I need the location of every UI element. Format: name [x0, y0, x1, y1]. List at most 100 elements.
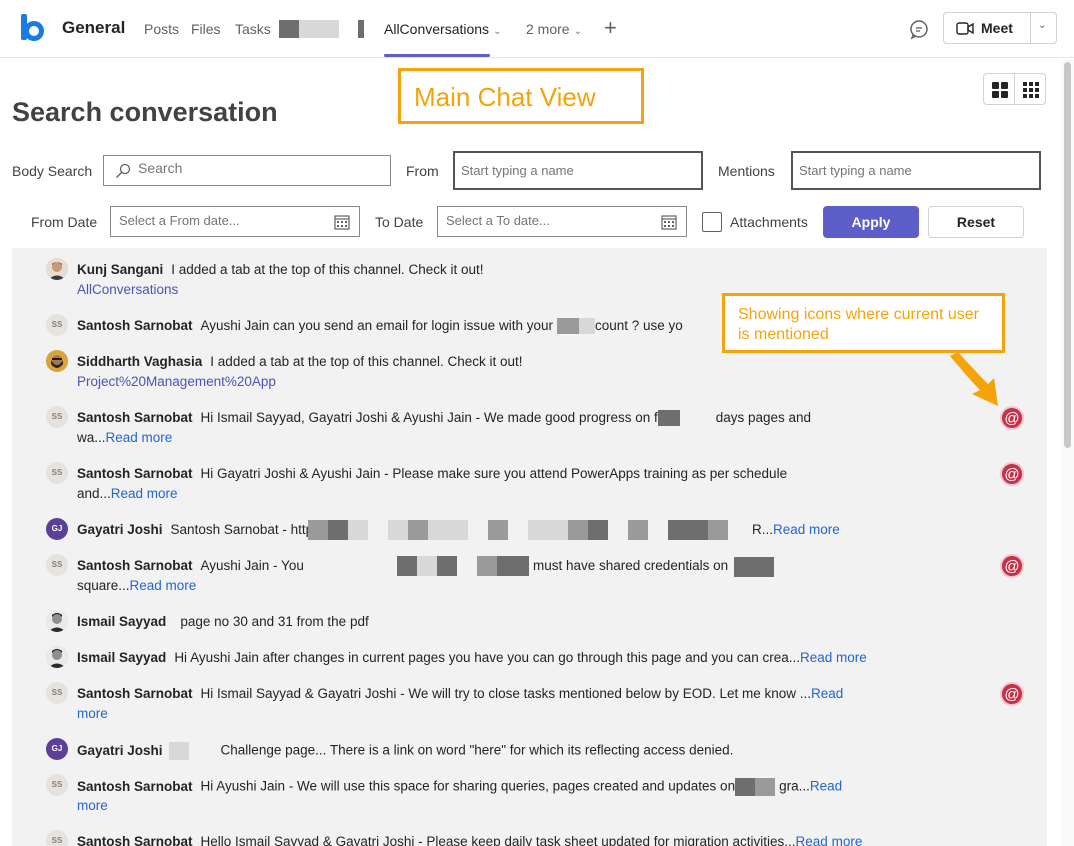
to-date-input[interactable]	[446, 213, 646, 228]
view-toggle-large-grid[interactable]	[983, 73, 1015, 105]
read-more-link[interactable]: Read more	[130, 578, 197, 593]
tab-tasks[interactable]: Tasks	[235, 21, 271, 37]
from-date-label: From Date	[31, 214, 98, 230]
from-input[interactable]	[453, 151, 703, 190]
message-line: more	[77, 798, 108, 813]
message-line: R...Read more	[752, 522, 840, 537]
redacted-text	[568, 520, 588, 540]
read-more-link[interactable]: Read more	[796, 834, 863, 846]
message-line: Ismail Sayyad Hi Ayushi Jain after change…	[77, 650, 867, 665]
meet-button[interactable]: Meet ⌄	[943, 12, 1057, 44]
calendar-icon[interactable]	[334, 214, 350, 230]
author-name: Santosh Sarnobat	[77, 778, 193, 794]
message-text: Challenge page... There is a link on wor…	[220, 742, 734, 758]
author-name: Santosh Sarnobat	[77, 686, 193, 701]
active-tab-indicator	[384, 54, 490, 57]
redacted-text	[168, 742, 189, 760]
from-date-picker[interactable]	[110, 206, 360, 237]
chevron-down-icon[interactable]: ⌄	[1038, 20, 1046, 31]
app-logo-icon	[18, 13, 48, 43]
message-text: gra...	[779, 778, 810, 794]
message-text: Hi Ismail Sayyad, Gayatri Joshi & Ayushi…	[200, 410, 658, 425]
read-more-link[interactable]: more	[77, 798, 108, 813]
tab-more[interactable]: 2 more ⌄	[526, 21, 582, 37]
message-text: Ayushi Jain can you send an email for lo…	[200, 318, 553, 333]
attachments-checkbox[interactable]	[702, 212, 722, 232]
redacted-text	[528, 520, 568, 540]
search-input[interactable]	[138, 160, 378, 176]
channel-name: General	[62, 18, 126, 37]
message-text: Ayushi Jain - You	[200, 558, 304, 573]
read-more-link[interactable]: Read	[811, 686, 843, 701]
add-tab-icon[interactable]: +	[604, 15, 617, 41]
tab-files[interactable]: Files	[191, 21, 221, 37]
mentions-input[interactable]	[791, 151, 1041, 190]
redacted-text	[428, 520, 468, 540]
author-name: Santosh Sarnobat	[77, 834, 193, 846]
conversation-icon[interactable]	[908, 18, 930, 40]
to-date-picker[interactable]	[437, 206, 687, 237]
read-more-link[interactable]: more	[77, 706, 108, 721]
message-line: Gayatri Joshi Challenge page... There is …	[77, 742, 733, 760]
redacted-text	[556, 318, 579, 335]
message-line: Siddharth Vaghasia I added a tab at the t…	[77, 354, 523, 369]
redacted-text	[348, 520, 368, 540]
tab-posts[interactable]: Posts	[144, 21, 179, 37]
author-name: Santosh Sarnobat	[77, 410, 193, 425]
redacted-text	[734, 557, 774, 577]
avatar: SS	[46, 830, 68, 846]
grid-small-icon	[1023, 82, 1039, 98]
redacted-text	[668, 520, 708, 540]
redacted-text	[497, 556, 529, 576]
read-more-link[interactable]: Read more	[773, 522, 840, 537]
read-more-link[interactable]: Read more	[106, 430, 173, 445]
tab-link[interactable]: Project%20Management%20App	[77, 374, 276, 389]
avatar: SS	[46, 682, 68, 704]
tab-link[interactable]: AllConversations	[77, 282, 178, 297]
message-line: Gayatri Joshi Santosh Sarnobat - http	[77, 522, 313, 537]
message-line: Project%20Management%20App	[77, 374, 276, 389]
grid-large-icon	[992, 82, 1008, 98]
reset-button[interactable]: Reset	[928, 206, 1024, 238]
calendar-icon[interactable]	[661, 214, 677, 230]
chevron-down-icon: ⌄	[573, 26, 582, 37]
message-line: AllConversations	[77, 282, 178, 297]
body-search-field[interactable]	[103, 155, 391, 186]
redacted-text	[657, 410, 680, 427]
from-date-input[interactable]	[119, 213, 319, 228]
search-icon	[116, 163, 131, 178]
tab-allconversations[interactable]: AllConversations ⌄	[384, 21, 501, 37]
message-text: and...	[77, 486, 111, 501]
read-more-link[interactable]: Read	[810, 779, 842, 794]
redacted-text	[488, 520, 508, 540]
read-more-link[interactable]: Read more	[800, 650, 867, 665]
avatar: GJ	[46, 738, 68, 760]
message-text: wa...	[77, 430, 106, 445]
avatar	[46, 610, 68, 632]
redacted-text	[417, 556, 437, 576]
message-line: more	[77, 706, 108, 721]
redacted-tab	[279, 20, 299, 38]
tab-label: 2 more	[526, 21, 570, 37]
message-line: Santosh Sarnobat Hi Ayushi Jain - We will…	[77, 778, 842, 796]
author-name: Santosh Sarnobat	[77, 318, 193, 333]
message-text: must have shared credentials on	[533, 558, 729, 573]
read-more-link[interactable]: Read more	[111, 486, 178, 501]
scrollbar-thumb[interactable]	[1064, 62, 1071, 448]
redacted-text	[328, 520, 348, 540]
avatar	[46, 258, 68, 280]
message-line: Santosh Sarnobat Hi Gayatri Joshi & Ayush…	[77, 466, 787, 481]
apply-button[interactable]: Apply	[823, 206, 919, 238]
view-toggle-small-grid[interactable]	[1014, 73, 1046, 105]
message-line: Santosh Sarnobat Hi Ismail Sayyad & Gayat…	[77, 686, 843, 701]
chevron-down-icon: ⌄	[493, 26, 502, 37]
from-label: From	[406, 163, 439, 179]
avatar	[46, 350, 68, 372]
teams-window: General Posts Files Tasks AllConversatio…	[0, 0, 1074, 846]
message-text: R...	[752, 522, 774, 537]
redacted-text	[588, 520, 608, 540]
message-line: Santosh Sarnobat Hi Ismail Sayyad, Gayatr…	[77, 410, 811, 427]
annotation-arrow-icon	[950, 352, 998, 406]
redacted-text	[308, 520, 328, 540]
avatar: SS	[46, 774, 68, 796]
